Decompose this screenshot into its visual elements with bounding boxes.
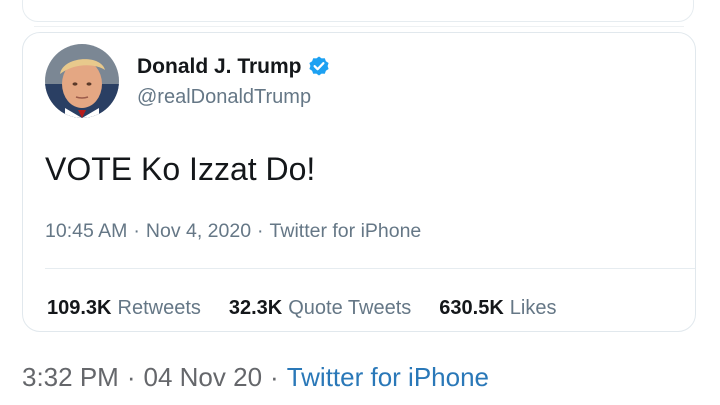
tweet-date[interactable]: Nov 4, 2020	[146, 220, 251, 242]
separator: ·	[270, 362, 279, 392]
likes-stat[interactable]: 630.5K Likes	[439, 297, 556, 319]
previous-card-edge	[22, 0, 694, 22]
likes-label: Likes	[509, 297, 557, 319]
tweet-stats: 109.3K Retweets 32.3K Quote Tweets 630.5K Lik…	[47, 297, 585, 320]
quote-tweets-count: 32.3K	[228, 297, 283, 319]
divider	[34, 26, 684, 27]
separator: ·	[126, 362, 136, 392]
display-name[interactable]: Donald J. Trump	[137, 55, 302, 79]
screenshot: Donald J. Trump @realDonaldTrump VOTE Ko…	[0, 0, 720, 405]
post-time[interactable]: 3:32 PM	[22, 362, 119, 392]
tweet-timestamp-row: 10:45 AM · Nov 4, 2020 · Twitter for iPhone	[45, 220, 421, 243]
embedded-tweet-card[interactable]: Donald J. Trump @realDonaldTrump VOTE Ko…	[22, 32, 696, 332]
quote-tweets-label: Quote Tweets	[288, 297, 412, 319]
tweet-time[interactable]: 10:45 AM	[45, 220, 127, 242]
separator: ·	[133, 220, 140, 242]
display-name-row: Donald J. Trump	[137, 53, 331, 81]
retweets-stat[interactable]: 109.3K Retweets	[47, 297, 201, 319]
post-date[interactable]: 04 Nov 20	[144, 362, 263, 392]
post-source-link[interactable]: Twitter for iPhone	[287, 362, 489, 392]
post-timestamp-row: 3:32 PM · 04 Nov 20 · Twitter for iPhone	[22, 362, 489, 393]
avatar[interactable]	[45, 44, 119, 118]
likes-count: 630.5K	[439, 297, 504, 319]
divider	[45, 268, 695, 269]
separator: ·	[257, 220, 264, 242]
quote-tweets-stat[interactable]: 32.3K Quote Tweets	[229, 297, 411, 319]
tweet-source[interactable]: Twitter for iPhone	[270, 220, 422, 242]
verified-badge-icon	[307, 55, 331, 79]
retweets-count: 109.3K	[47, 297, 112, 319]
user-handle[interactable]: @realDonaldTrump	[137, 86, 311, 109]
tweet-text: VOTE Ko Izzat Do!	[45, 151, 316, 187]
retweets-label: Retweets	[117, 297, 201, 319]
